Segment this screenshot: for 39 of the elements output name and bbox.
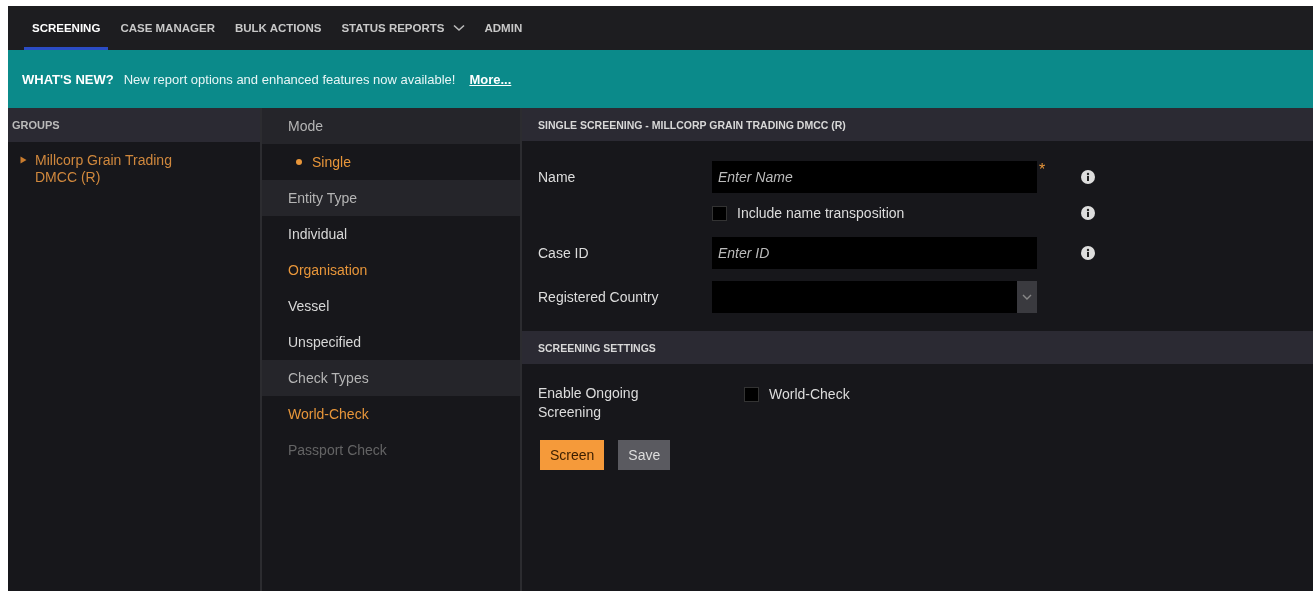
- section-title: SCREENING SETTINGS: [538, 341, 656, 354]
- screen-button[interactable]: Screen: [540, 440, 605, 470]
- more-link[interactable]: More...: [469, 71, 512, 87]
- input-field[interactable]: Enter Name: [712, 161, 1037, 193]
- nav-tab[interactable]: BULK ACTIONS: [226, 6, 330, 50]
- expand-arrow-icon[interactable]: [20, 156, 27, 164]
- input-field[interactable]: Enter ID: [712, 237, 1037, 269]
- option-item[interactable]: World-Check: [288, 406, 369, 422]
- option-item[interactable]: Unspecified: [288, 334, 362, 350]
- checkbox[interactable]: [712, 205, 727, 221]
- section-title: Check Types: [288, 370, 369, 386]
- checkbox-label: World-Check: [769, 386, 850, 402]
- nav-tab[interactable]: ADMIN: [476, 6, 531, 50]
- field-label: Case ID: [538, 245, 590, 261]
- banner-message: New report options and enhanced features now available!: [123, 71, 456, 87]
- option-item[interactable]: Individual: [288, 226, 348, 242]
- nav-tab[interactable]: STATUS REPORTS: [333, 6, 473, 50]
- groups-title: GROUPS: [12, 119, 60, 131]
- nav-tab[interactable]: CASE MANAGER: [112, 6, 223, 50]
- panel-title: SINGLE SCREENING - MILLCORP GRAIN TRADING DMCC (R): [538, 118, 846, 131]
- checkbox-label: Include name transposition: [737, 205, 905, 221]
- required-marker: *: [1039, 161, 1046, 178]
- option-item[interactable]: Organisation: [288, 262, 368, 278]
- group-item[interactable]: Millcorp Grain Trading DMCC (R): [35, 152, 205, 186]
- chevron-down-icon: [1022, 294, 1032, 300]
- checkbox[interactable]: [744, 386, 759, 402]
- setting-label: Enable Ongoing Screening: [538, 384, 640, 422]
- option-item[interactable]: Single: [312, 154, 351, 170]
- info-icon[interactable]: [1081, 170, 1095, 184]
- banner-heading: WHAT'S NEW?: [22, 71, 114, 87]
- option-item[interactable]: Vessel: [288, 298, 330, 314]
- section-title: Entity Type: [288, 190, 357, 206]
- field-label: Registered Country: [538, 289, 660, 305]
- info-icon[interactable]: [1081, 246, 1095, 260]
- info-icon[interactable]: [1081, 206, 1095, 220]
- field-label: Name: [538, 169, 577, 185]
- chevron-down-icon: [452, 24, 465, 32]
- save-button[interactable]: Save: [618, 440, 671, 470]
- section-title: Mode: [288, 118, 324, 134]
